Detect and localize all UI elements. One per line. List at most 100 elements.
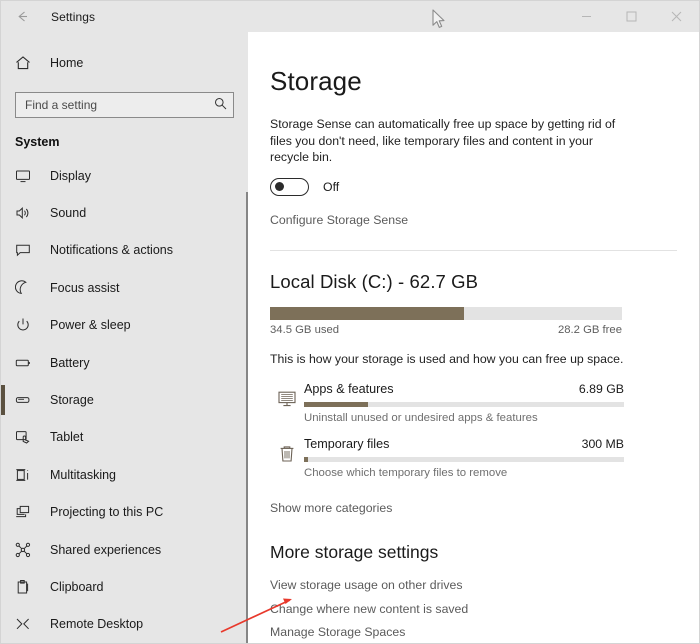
sidebar-item-label: Tablet: [50, 430, 84, 445]
sidebar-item-battery[interactable]: Battery: [1, 344, 248, 381]
main-content: Storage Storage Sense can automatically …: [248, 32, 699, 643]
sidebar-item-notifications[interactable]: Notifications & actions: [1, 232, 248, 269]
project-screen-icon: [15, 504, 37, 520]
disk-free-label: 28.2 GB free: [557, 323, 622, 336]
disk-usage-note: This is how your storage is used and how…: [270, 351, 624, 366]
tablet-icon: [15, 429, 37, 445]
sidebar-scrollbar-track[interactable]: [236, 32, 248, 643]
moon-icon: [15, 280, 37, 296]
battery-icon: [15, 355, 37, 371]
sidebar-item-shared-experiences[interactable]: Shared experiences: [1, 531, 248, 568]
minimize-icon: [581, 11, 592, 22]
power-icon: [15, 317, 37, 333]
sidebar-item-label: Shared experiences: [50, 542, 162, 557]
sidebar-nav-list: Display Sound Notifications & actions Fo…: [1, 157, 248, 643]
storage-category-bar: [304, 401, 624, 407]
storage-category-bar: [304, 456, 624, 462]
more-storage-settings-links: View storage usage on other drives Chang…: [270, 569, 699, 643]
configure-storage-sense-link[interactable]: Configure Storage Sense: [270, 213, 408, 227]
sidebar-item-multitasking[interactable]: Multitasking: [1, 456, 248, 493]
back-arrow-icon: [15, 9, 30, 24]
close-icon: [671, 11, 682, 22]
sidebar-item-home[interactable]: Home: [1, 46, 248, 80]
multitasking-icon: [15, 467, 37, 483]
local-disk-title: Local Disk (C:) - 62.7 GB: [270, 270, 479, 292]
storage-category-list: Apps & features 6.89 GB Uninstall unused…: [270, 380, 699, 490]
disk-usage-legend: 34.5 GB used 28.2 GB free: [270, 324, 622, 336]
sidebar-item-label: Remote Desktop: [50, 617, 144, 632]
disk-usage-fill: [270, 306, 464, 320]
sidebar-item-label: Battery: [50, 355, 90, 370]
sidebar-section-title: System: [15, 135, 60, 149]
link-view-storage-usage[interactable]: View storage usage on other drives: [270, 569, 699, 592]
sidebar-item-tablet[interactable]: Tablet: [1, 419, 248, 456]
disk-used-label: 34.5 GB used: [270, 323, 340, 336]
storage-category-row[interactable]: Apps & features 6.89 GB Uninstall unused…: [270, 380, 699, 435]
trash-can-icon: [270, 435, 304, 464]
toggle-knob: [275, 181, 284, 191]
sidebar-item-display[interactable]: Display: [1, 157, 248, 194]
minimize-button[interactable]: [564, 1, 609, 32]
sidebar-item-label: Focus assist: [50, 280, 120, 295]
storage-category-size: 300 MB: [581, 436, 624, 451]
apps-monitor-icon: [270, 380, 304, 409]
storage-category-header: Temporary files 300 MB: [304, 437, 624, 451]
sidebar-item-focus-assist[interactable]: Focus assist: [1, 269, 248, 306]
sidebar-item-sound[interactable]: Sound: [1, 194, 248, 231]
search-input[interactable]: [15, 92, 234, 118]
storage-sense-toggle-row: Off: [270, 177, 699, 196]
disk-usage-bar: [270, 306, 622, 320]
sidebar-item-label: Notifications & actions: [50, 243, 173, 258]
home-label: Home: [50, 56, 84, 70]
sidebar-item-label: Multitasking: [50, 467, 116, 482]
sidebar-item-label: Display: [50, 168, 91, 183]
sidebar-item-label: Power & sleep: [50, 318, 131, 333]
sidebar-item-label: Storage: [50, 393, 94, 408]
page-title: Storage: [270, 66, 362, 96]
search-icon[interactable]: [214, 97, 227, 115]
storage-drive-icon: [15, 392, 37, 408]
storage-category-description: Uninstall unused or undesired apps & fea…: [304, 411, 538, 424]
sidebar-item-storage[interactable]: Storage: [1, 381, 248, 418]
sidebar: Home System: [1, 32, 248, 643]
maximize-icon: [626, 11, 637, 22]
monitor-icon: [15, 168, 37, 184]
title-bar: Settings: [1, 1, 699, 32]
storage-category-name: Temporary files: [304, 436, 390, 451]
link-change-content-location[interactable]: Change where new content is saved: [270, 592, 699, 616]
storage-category-fill: [304, 401, 368, 407]
remote-desktop-icon: [15, 616, 37, 632]
storage-category-name: Apps & features: [304, 381, 394, 396]
storage-category-description: Choose which temporary files to remove: [304, 466, 508, 479]
show-more-categories-link[interactable]: Show more categories: [270, 501, 392, 515]
sidebar-item-clipboard[interactable]: Clipboard: [1, 568, 248, 605]
storage-category-fill: [304, 456, 308, 462]
storage-category-header: Apps & features 6.89 GB: [304, 382, 624, 396]
storage-sense-toggle[interactable]: [270, 177, 309, 196]
selection-indicator: [1, 385, 5, 415]
storage-sense-description: Storage Sense can automatically free up …: [270, 117, 616, 165]
window-controls: [564, 1, 699, 32]
sidebar-item-projecting[interactable]: Projecting to this PC: [1, 494, 248, 531]
storage-sense-toggle-state: Off: [323, 179, 340, 194]
sidebar-item-label: Projecting to this PC: [50, 505, 164, 520]
link-manage-storage-spaces[interactable]: Manage Storage Spaces: [270, 616, 699, 639]
window-title: Settings: [51, 9, 96, 24]
more-storage-settings-title: More storage settings: [270, 541, 439, 562]
speaker-icon: [15, 205, 37, 221]
settings-window: Settings Home Find a setting System Disp…: [0, 0, 700, 644]
back-button[interactable]: [1, 1, 43, 32]
maximize-button[interactable]: [609, 1, 654, 32]
sidebar-item-label: Clipboard: [50, 579, 104, 594]
storage-category-row[interactable]: Temporary files 300 MB Choose which temp…: [270, 435, 699, 490]
storage-category-body: Temporary files 300 MB Choose which temp…: [304, 435, 624, 479]
storage-category-size: 6.89 GB: [578, 381, 624, 396]
link-manage-disks-and-volumes[interactable]: Manage Disks and Volumes: [270, 639, 699, 643]
search-container: [15, 92, 234, 118]
sidebar-item-remote-desktop[interactable]: Remote Desktop: [1, 606, 248, 643]
close-button[interactable]: [654, 1, 699, 32]
sidebar-item-power-sleep[interactable]: Power & sleep: [1, 307, 248, 344]
sidebar-item-label: Sound: [50, 206, 87, 221]
storage-category-body: Apps & features 6.89 GB Uninstall unused…: [304, 380, 624, 424]
home-icon: [15, 55, 37, 71]
